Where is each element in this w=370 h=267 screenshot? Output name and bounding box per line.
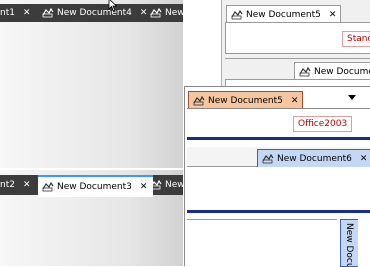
close-icon[interactable]: ✕ — [140, 182, 148, 192]
office-content: Office2003 — [187, 108, 370, 140]
tab-label: New Document6 — [277, 153, 352, 164]
dark-tab-strip-bottom: nt2 ✕ New Document3 ✕ New — [0, 175, 185, 197]
dropdown-arrow-icon[interactable] — [348, 95, 356, 100]
document-icon — [150, 180, 162, 190]
standard-separator — [225, 58, 370, 59]
tab-new-document3[interactable]: New Document3 ✕ — [38, 175, 154, 197]
close-icon[interactable]: ✕ — [140, 8, 148, 18]
tab-label: New Document3 — [57, 182, 132, 192]
tab-partial-left[interactable]: nt1 ✕ — [0, 4, 31, 22]
dark-panel-bottom: nt2 ✕ New Document3 ✕ New — [0, 170, 185, 266]
document-icon — [150, 8, 162, 18]
dark-panel-top: nt1 ✕ New Document4 ✕ New — [0, 0, 185, 168]
document-icon — [193, 95, 205, 105]
office-content-3 — [187, 219, 337, 267]
standard-content: Stanc — [225, 22, 370, 54]
vertical-tab-new-document[interactable]: New Docu — [340, 219, 358, 267]
office2003-panel: New Document5 ✕ Office2003 New Document6… — [184, 86, 370, 267]
tab-label: New Document — [314, 66, 370, 77]
document-icon — [42, 182, 54, 192]
mouse-cursor-icon — [108, 0, 118, 12]
document-icon — [42, 8, 54, 18]
tab-label: New Docu — [344, 223, 354, 267]
tab-label: New — [165, 8, 185, 18]
document-icon — [231, 9, 243, 19]
close-icon[interactable]: ✕ — [23, 8, 31, 18]
tab-partial-right[interactable]: New — [150, 4, 185, 22]
office-content-2 — [187, 167, 370, 213]
tab-label: nt1 — [0, 8, 15, 18]
tab-new-document-standard-sub[interactable]: New Document — [294, 62, 370, 80]
close-icon[interactable]: ✕ — [23, 180, 31, 190]
tab-label: New Document4 — [57, 8, 132, 18]
close-icon[interactable]: ✕ — [291, 96, 299, 106]
tab-new-document4[interactable]: New Document4 ✕ — [42, 4, 147, 22]
close-icon[interactable]: ✕ — [329, 10, 337, 20]
tab-label: New Document5 — [208, 95, 283, 106]
document-icon — [262, 153, 274, 163]
office-tab-strip-2: New Document6 ✕ — [187, 147, 370, 167]
tab-label: nt2 — [0, 180, 15, 190]
close-icon[interactable]: ✕ — [360, 154, 368, 164]
tab-partial-right[interactable]: New — [150, 175, 185, 195]
tab-label: New Document5 — [246, 9, 321, 20]
office2003-badge: Office2003 — [293, 116, 353, 132]
dark-tab-strip-top: nt1 ✕ New Document4 ✕ New — [0, 4, 185, 22]
standard-panel: New Document5 ✕ Stanc New Document — [221, 0, 370, 92]
tab-new-document6[interactable]: New Document6 ✕ — [257, 149, 370, 167]
standard-badge: Stanc — [342, 31, 370, 47]
document-icon — [299, 66, 311, 76]
tab-partial-left[interactable]: nt2 ✕ — [0, 175, 31, 195]
tab-new-document5-standard[interactable]: New Document5 ✕ — [226, 5, 342, 23]
tab-label: New — [165, 180, 185, 190]
tab-new-document5-office[interactable]: New Document5 ✕ — [188, 91, 304, 109]
